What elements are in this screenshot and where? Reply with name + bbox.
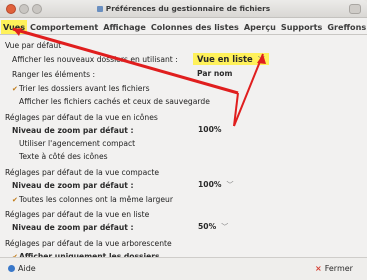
sort-folders-label: Trier les dossiers avant les fichiers — [19, 84, 150, 93]
show-hidden-checkbox[interactable]: Afficher les fichiers cachés et ceux de … — [12, 97, 210, 106]
show-hidden-label: Afficher les fichiers cachés et ceux de … — [19, 97, 210, 106]
section-default-view: Vue par défaut — [5, 41, 62, 50]
list-zoom-select[interactable]: 50% ﹀ — [198, 221, 228, 233]
close-icon: × — [315, 264, 322, 273]
window-title-text: Préférences du gestionnaire de fichiers — [105, 4, 271, 13]
vues-panel: Vue par défaut Afficher les nouveaux dos… — [0, 35, 367, 261]
arrange-items-label: Ranger les éléments : — [12, 70, 95, 79]
title-bar: Préférences du gestionnaire de fichiers — [0, 0, 367, 18]
dialog-footer: Aide × Fermer — [0, 257, 367, 280]
icon-zoom-label: Niveau de zoom par défaut : — [12, 126, 134, 135]
compact-layout-checkbox[interactable]: Utiliser l'agencement compact — [12, 139, 135, 148]
tab-colonnes-des-listes[interactable]: Colonnes des listes — [149, 20, 241, 34]
help-button[interactable]: Aide — [8, 264, 36, 273]
window-menu-icon[interactable] — [349, 4, 361, 14]
same-width-checkbox[interactable]: ✔Toutes les colonnes ont la même largeur — [12, 195, 173, 204]
tab-bar: Vues Comportement Affichage Colonnes des… — [1, 20, 367, 34]
close-button-label: Fermer — [324, 264, 353, 273]
text-beside-icons-checkbox[interactable]: Texte à côté des icônes — [12, 152, 108, 161]
icon-zoom-value: 100% — [198, 125, 222, 134]
arrange-value: Par nom — [197, 69, 233, 78]
tab-comportement[interactable]: Comportement — [28, 20, 100, 34]
list-zoom-label: Niveau de zoom par défaut : — [12, 223, 134, 232]
chevron-down-icon: ﹀ — [226, 181, 234, 189]
checkmark-icon: ✔ — [12, 196, 18, 204]
compact-zoom-select[interactable]: 100% ﹀ — [198, 179, 233, 191]
checkmark-icon: ✔ — [12, 85, 18, 93]
chevron-down-icon: ﹀ — [257, 56, 265, 64]
close-button[interactable]: × Fermer — [315, 264, 353, 273]
text-beside-icons-label: Texte à côté des icônes — [19, 152, 108, 161]
tab-affichage[interactable]: Affichage — [101, 20, 148, 34]
help-icon — [8, 265, 15, 272]
section-compact-view: Réglages par défaut de la vue compacte — [5, 168, 160, 177]
list-zoom-value: 50% — [198, 222, 217, 231]
compact-zoom-label: Niveau de zoom par défaut : — [12, 181, 134, 190]
view-mode-value: Vue en liste — [197, 54, 253, 64]
chevron-down-icon: ﹀ — [221, 223, 229, 231]
tab-apercu[interactable]: Aperçu — [242, 20, 278, 34]
section-list-view: Réglages par défaut de la vue en liste — [5, 210, 150, 219]
icon-zoom-select[interactable]: 100% — [198, 124, 221, 136]
compact-layout-label: Utiliser l'agencement compact — [19, 139, 136, 148]
file-manager-icon — [96, 6, 103, 12]
section-icon-view: Réglages par défaut de la vue en icônes — [5, 113, 158, 122]
tab-vues[interactable]: Vues — [1, 20, 28, 34]
compact-zoom-value: 100% — [198, 180, 222, 189]
preferences-window: Préférences du gestionnaire de fichiers … — [0, 0, 367, 280]
display-new-folders-label: Afficher les nouveaux dossiers en utilis… — [12, 55, 178, 64]
section-tree-view: Réglages par défaut de la vue arborescen… — [5, 239, 172, 248]
same-width-label: Toutes les colonnes ont la même largeur — [19, 195, 173, 204]
sort-folders-checkbox[interactable]: ✔Trier les dossiers avant les fichiers — [12, 84, 150, 93]
tab-supports[interactable]: Supports — [279, 20, 324, 34]
tab-greffons[interactable]: Greffons — [325, 20, 367, 34]
arrange-select[interactable]: Par nom — [197, 68, 232, 80]
window-title: Préférences du gestionnaire de fichiers — [0, 4, 367, 13]
help-button-label: Aide — [18, 264, 36, 273]
view-mode-select[interactable]: Vue en liste ﹀ — [193, 53, 269, 65]
